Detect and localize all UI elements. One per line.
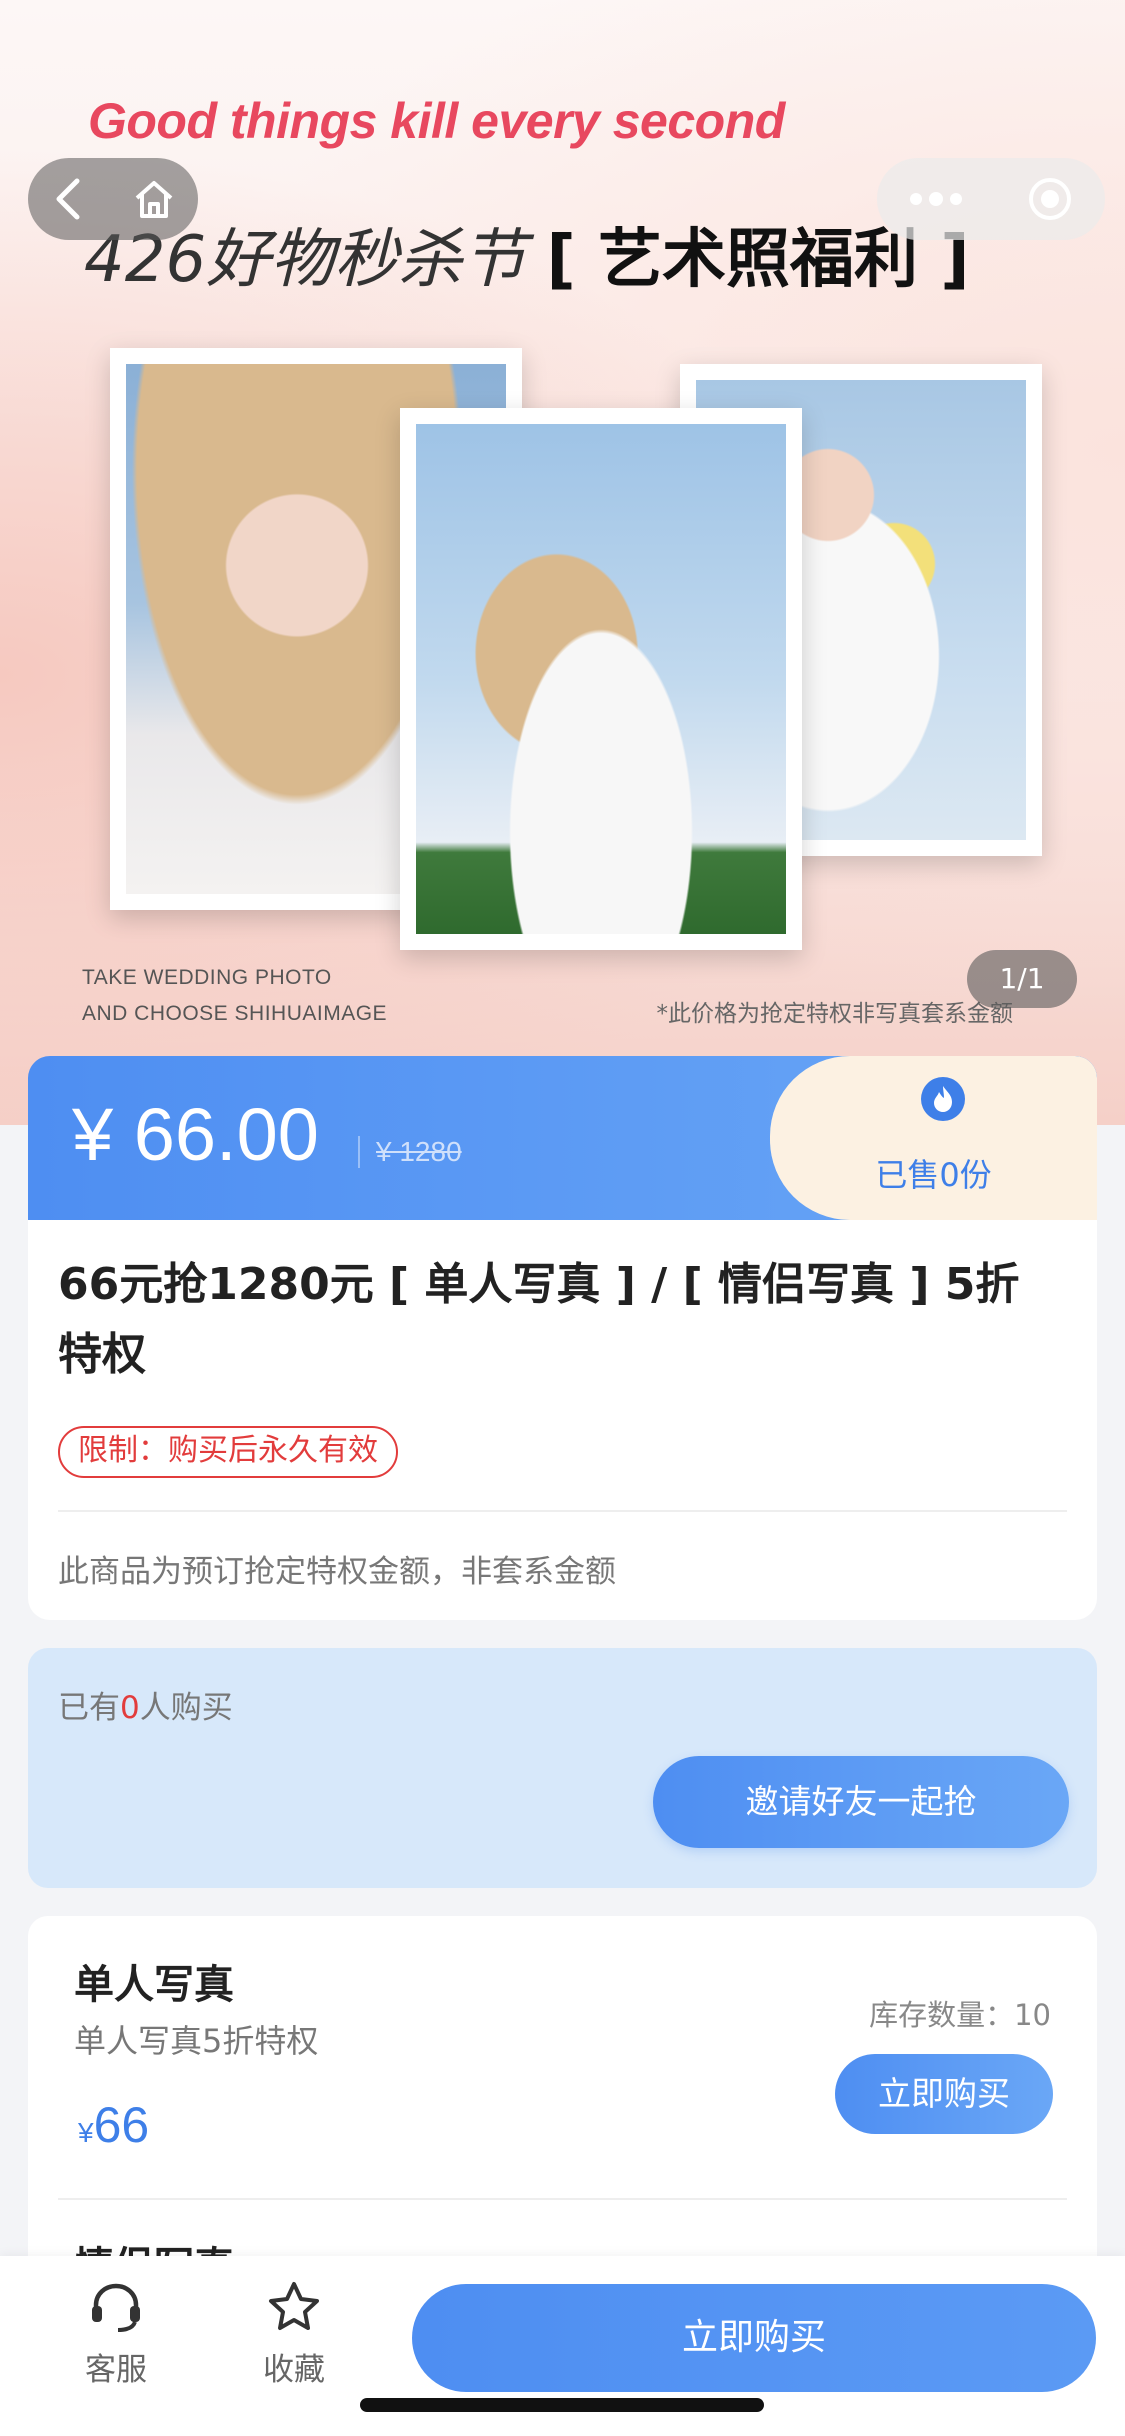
product-info-card: 66元抢1280元 [ 单人写真 ] / [ 情侣写真 ] 5折特权 限制：购买… <box>28 1220 1097 1620</box>
flame-icon <box>920 1076 966 1126</box>
price-note: *此价格为抢定特权非写真套系金额 <box>656 1001 1014 1027</box>
star-icon <box>234 2278 354 2336</box>
customer-service-tab[interactable]: 客服 <box>56 2278 176 2389</box>
package-price: ¥66 <box>78 2096 149 2154</box>
headset-icon <box>56 2278 176 2336</box>
buyers-suffix: 人购买 <box>139 1690 233 1726</box>
portrait-photo-2 <box>416 424 786 934</box>
buy-now-button[interactable]: 立即购买 <box>412 2284 1096 2392</box>
sold-count: 已售0份 <box>875 1156 992 1194</box>
package-buy-button[interactable]: 立即购买 <box>835 2054 1053 2134</box>
product-description: 此商品为预订抢定特权金额，非套系金额 <box>58 1554 616 1590</box>
limit-tag: 限制：购买后永久有效 <box>58 1426 398 1478</box>
invite-friends-button[interactable]: 邀请好友一起抢 <box>653 1756 1069 1848</box>
divider <box>58 1510 1067 1512</box>
buyers-count: 0 <box>120 1690 140 1726</box>
image-pager: 1/1 <box>967 950 1077 1008</box>
target-circle-icon[interactable] <box>1026 175 1074 223</box>
hero-tagline: Good things kill every second <box>88 93 785 149</box>
home-indicator <box>360 2398 764 2412</box>
more-dots-icon[interactable] <box>908 189 964 209</box>
hero-caption-line1: TAKE WEDDING PHOTO <box>82 966 332 989</box>
photo-frame-2 <box>400 408 802 950</box>
package-price-value: 66 <box>93 2097 150 2153</box>
package-name: 单人写真 <box>74 1962 234 2008</box>
package-stock: 库存数量：10 <box>869 1998 1051 2032</box>
product-title: 66元抢1280元 [ 单人写真 ] / [ 情侣写真 ] 5折特权 <box>58 1259 1020 1380</box>
divider <box>58 2198 1067 2200</box>
customer-service-label: 客服 <box>85 2352 147 2388</box>
buyers-card: 已有0人购买 邀请好友一起抢 <box>28 1648 1097 1888</box>
favorite-tab[interactable]: 收藏 <box>234 2278 354 2389</box>
buyers-prefix: 已有 <box>58 1690 120 1726</box>
sold-count-box: 已售0份 <box>770 1056 1097 1220</box>
home-icon[interactable] <box>131 176 177 222</box>
hero-caption: TAKE WEDDING PHOTO AND CHOOSE SHIHUAIMAG… <box>82 960 387 1032</box>
original-price: ¥ 1280 <box>358 1136 462 1168</box>
chevron-left-icon[interactable] <box>49 175 89 223</box>
package-subtitle: 单人写真5折特权 <box>74 2022 319 2060</box>
nav-capsule-right <box>877 158 1105 240</box>
current-price: ¥ 66.00 <box>72 1093 319 1176</box>
price-bar: ¥ 66.00 ¥ 1280 已售0份 <box>28 1056 1097 1220</box>
favorite-label: 收藏 <box>263 2352 325 2388</box>
buyers-count-text: 已有0人购买 <box>58 1682 233 1727</box>
hero-title: 426好物秒杀节 [ 艺术照福利 ] <box>84 208 970 300</box>
nav-capsule-left <box>28 158 198 240</box>
hero-caption-line2: AND CHOOSE SHIHUAIMAGE <box>82 1002 388 1025</box>
currency-symbol: ¥ <box>78 2117 94 2148</box>
